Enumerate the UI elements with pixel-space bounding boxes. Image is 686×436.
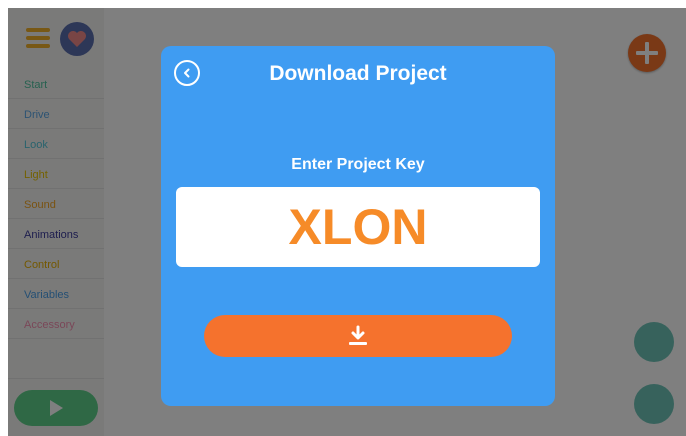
project-key-input[interactable] (176, 187, 540, 267)
download-button[interactable] (204, 315, 512, 357)
download-icon (349, 325, 367, 345)
project-key-label: Enter Project Key (291, 156, 425, 173)
app-window: Start Drive Look Light Sound Animations … (8, 8, 686, 436)
dialog-title: Download Project (269, 62, 447, 85)
download-project-dialog: Download Project Enter Project Key (161, 46, 555, 406)
